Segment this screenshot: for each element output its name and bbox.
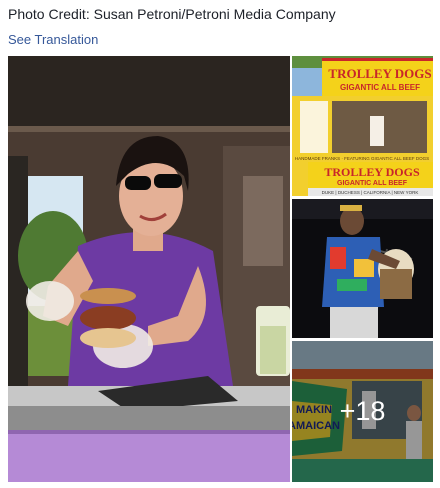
more-photos-count: +18 <box>339 396 386 426</box>
photo-trolley-dogs-image: TROLLEY DOGS GIGANTIC ALL BEEF HANDMADE … <box>292 56 433 196</box>
trolley-sign-title: TROLLEY DOGS <box>328 66 431 81</box>
photo-main-image <box>8 56 290 482</box>
trolley-lower-sign-subtitle: GIGANTIC ALL BEEF <box>337 180 408 187</box>
trolley-lower-sign-title: TROLLEY DOGS <box>324 165 420 179</box>
more-photos-overlay[interactable]: +18 <box>292 341 433 482</box>
photo-trolley-dogs[interactable]: TROLLEY DOGS GIGANTIC ALL BEEF HANDMADE … <box>292 56 433 196</box>
photo-more[interactable]: MAKIN AMAICAN +18 <box>292 341 433 482</box>
see-translation-link[interactable]: See Translation <box>8 32 98 47</box>
photo-main[interactable] <box>8 56 290 482</box>
trolley-sign-strip: DUKE | DUCHESS | CALIFORNIA | NEW YORK <box>322 190 419 195</box>
photo-credit-caption: Photo Credit: Susan Petroni/Petroni Medi… <box>8 6 336 22</box>
trolley-sign-subtitle: GIGANTIC ALL BEEF <box>340 83 420 92</box>
photo-musician[interactable] <box>292 199 433 338</box>
trolley-sign-caption: HANDMADE FRANKS · FEATURING GIGANTIC ALL… <box>295 156 429 161</box>
photo-musician-image <box>292 199 433 338</box>
